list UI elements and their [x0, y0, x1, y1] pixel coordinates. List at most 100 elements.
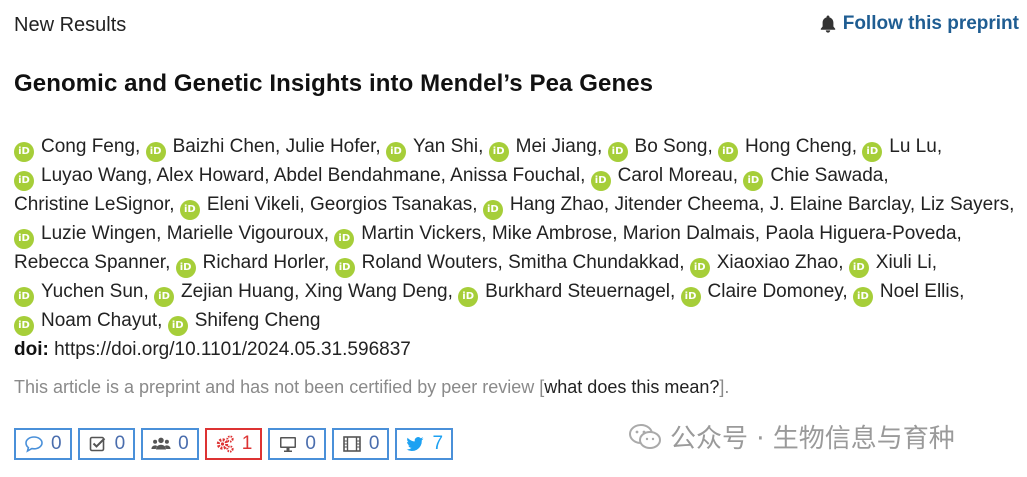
- author-name-link[interactable]: Rebecca Spanner: [14, 252, 165, 273]
- author-name-link[interactable]: Noam Chayut: [41, 310, 157, 331]
- author-name-link[interactable]: Yan Shi: [413, 136, 478, 157]
- author-name-link[interactable]: J. Elaine Barclay: [770, 194, 910, 215]
- author-name-link[interactable]: Mike Ambrose: [492, 223, 612, 244]
- author-name-link[interactable]: Xing Wang Deng: [305, 281, 448, 302]
- orcid-icon[interactable]: iD: [334, 258, 355, 278]
- article-type-label: New Results: [14, 14, 127, 36]
- author-name-link[interactable]: Georgios Tsanakas: [310, 194, 472, 215]
- what-does-this-mean-link[interactable]: what does this mean?: [544, 377, 719, 397]
- author-name-link[interactable]: Smitha Chundakkad: [508, 252, 679, 273]
- author-name-link[interactable]: Carol Moreau: [618, 165, 733, 186]
- author-name-link[interactable]: Marielle Vigouroux: [167, 223, 324, 244]
- author-name-link[interactable]: Lu Lu: [889, 136, 937, 157]
- author-item: iD Yuchen Sun,: [14, 281, 149, 307]
- orcid-icon[interactable]: iD: [14, 287, 34, 307]
- author-name-link[interactable]: Luzie Wingen: [41, 223, 156, 244]
- author-name-link[interactable]: Richard Horler: [203, 252, 324, 273]
- orcid-icon[interactable]: iD: [14, 171, 34, 191]
- orcid-icon[interactable]: iD: [482, 200, 503, 220]
- metric-value: 7: [432, 433, 444, 454]
- author-name-link[interactable]: Cong Feng: [41, 136, 135, 157]
- orcid-icon[interactable]: iD: [179, 200, 200, 220]
- author-item: iD Baizhi Chen,: [145, 136, 280, 162]
- metric-media[interactable]: 0: [331, 428, 390, 460]
- metric-blogs[interactable]: 0: [268, 428, 326, 460]
- disclaimer-text: This article is a preprint and has not b…: [14, 377, 545, 397]
- orcid-icon[interactable]: iD: [167, 316, 188, 336]
- author-name-link[interactable]: Noel Ellis: [880, 281, 959, 302]
- author-item: Christine LeSignor,: [14, 194, 175, 215]
- author-name-link[interactable]: Bo Song: [635, 136, 708, 157]
- author-item: Marielle Vigouroux,: [166, 223, 329, 244]
- doi-link[interactable]: https://doi.org/10.1101/2024.05.31.59683…: [54, 339, 411, 360]
- author-item: iD Eleni Vikeli,: [179, 194, 305, 220]
- doi-line: doi: https://doi.org/10.1101/2024.05.31.…: [14, 339, 411, 361]
- author-item: iD Luzie Wingen,: [14, 223, 161, 249]
- orcid-icon[interactable]: iD: [14, 142, 34, 162]
- orcid-icon[interactable]: iD: [862, 142, 883, 162]
- author-name-link[interactable]: Anissa Fouchal: [450, 165, 580, 186]
- orcid-icon[interactable]: iD: [607, 142, 628, 162]
- author-name-link[interactable]: Roland Wouters: [362, 252, 498, 273]
- author-name-link[interactable]: Hang Zhao: [510, 194, 604, 215]
- author-name-link[interactable]: Abdel Bendahmane: [274, 165, 441, 186]
- author-name-link[interactable]: Baizhi Chen: [173, 136, 275, 157]
- orcid-icon[interactable]: iD: [848, 258, 869, 278]
- author-name-link[interactable]: Marion Dalmais: [623, 223, 755, 244]
- orcid-icon[interactable]: iD: [458, 287, 479, 307]
- orcid-icon[interactable]: iD: [14, 229, 34, 249]
- orcid-icon[interactable]: iD: [590, 171, 611, 191]
- author-item: Georgios Tsanakas,: [309, 194, 478, 215]
- author-name-link[interactable]: Paola Higuera-Poveda: [765, 223, 956, 244]
- orcid-icon[interactable]: iD: [488, 142, 509, 162]
- author-item: Alex Howard,: [156, 165, 270, 186]
- author-item: Liz Sayers,: [920, 194, 1015, 215]
- author-item: iD Bo Song,: [607, 136, 713, 162]
- author-name-link[interactable]: Mei Jiang: [516, 136, 597, 157]
- author-name-link[interactable]: Eleni Vikeli: [207, 194, 300, 215]
- author-list: iD Cong Feng, iD Baizhi Chen, Julie Hofer,…: [14, 133, 1019, 336]
- orcid-icon[interactable]: iD: [385, 142, 406, 162]
- author-name-link[interactable]: Hong Cheng: [745, 136, 852, 157]
- author-name-link[interactable]: Shifeng Cheng: [195, 310, 321, 331]
- author-name-link[interactable]: Xiuli Li: [876, 252, 932, 273]
- orcid-icon[interactable]: iD: [852, 287, 873, 307]
- author-name-link[interactable]: Xiaoxiao Zhao: [717, 252, 838, 273]
- orcid-icon[interactable]: iD: [680, 287, 701, 307]
- author-name-link[interactable]: Christine LeSignor: [14, 194, 169, 215]
- orcid-icon[interactable]: iD: [743, 171, 764, 191]
- follow-preprint-link[interactable]: Follow this preprint: [819, 13, 1019, 35]
- metric-comments[interactable]: 0: [14, 428, 72, 460]
- author-name-link[interactable]: Liz Sayers: [920, 194, 1009, 215]
- metric-value: 0: [305, 433, 316, 454]
- orcid-icon[interactable]: iD: [175, 258, 196, 278]
- author-name-link[interactable]: Alex Howard: [157, 165, 265, 186]
- author-item: Paola Higuera-Poveda,: [765, 223, 962, 244]
- orcid-icon[interactable]: iD: [334, 229, 355, 249]
- orcid-icon[interactable]: iD: [718, 142, 738, 162]
- doi-label: doi:: [14, 339, 49, 360]
- metric-community[interactable]: 0: [141, 428, 199, 460]
- author-name-link[interactable]: Yuchen Sun: [41, 281, 143, 302]
- author-name-link[interactable]: Martin Vickers: [361, 223, 481, 244]
- author-name-link[interactable]: Chie Sawada: [770, 165, 883, 186]
- metric-reviews[interactable]: 0: [77, 428, 136, 460]
- metric-automated-tools[interactable]: 1: [204, 428, 263, 460]
- author-name-link[interactable]: Luyao Wang: [41, 165, 147, 186]
- author-name-link[interactable]: Zejian Huang: [181, 281, 294, 302]
- author-name-link[interactable]: Claire Domoney: [708, 281, 843, 302]
- author-item: iD Xiuli Li,: [848, 252, 937, 278]
- author-item: Smitha Chundakkad,: [508, 252, 685, 273]
- metric-value: 1: [241, 433, 253, 454]
- orcid-icon[interactable]: iD: [689, 258, 710, 278]
- author-name-link[interactable]: Julie Hofer: [286, 136, 376, 157]
- author-name-link[interactable]: Jitender Cheema: [614, 194, 759, 215]
- metric-twitter[interactable]: 7: [395, 428, 454, 460]
- wechat-icon: [629, 423, 661, 449]
- orcid-icon[interactable]: iD: [145, 142, 166, 162]
- orcid-icon[interactable]: iD: [14, 316, 34, 336]
- author-name-link[interactable]: Burkhard Steuernagel: [485, 281, 670, 302]
- author-item: Mike Ambrose,: [491, 223, 618, 244]
- bell-icon: [820, 15, 835, 33]
- orcid-icon[interactable]: iD: [154, 287, 175, 307]
